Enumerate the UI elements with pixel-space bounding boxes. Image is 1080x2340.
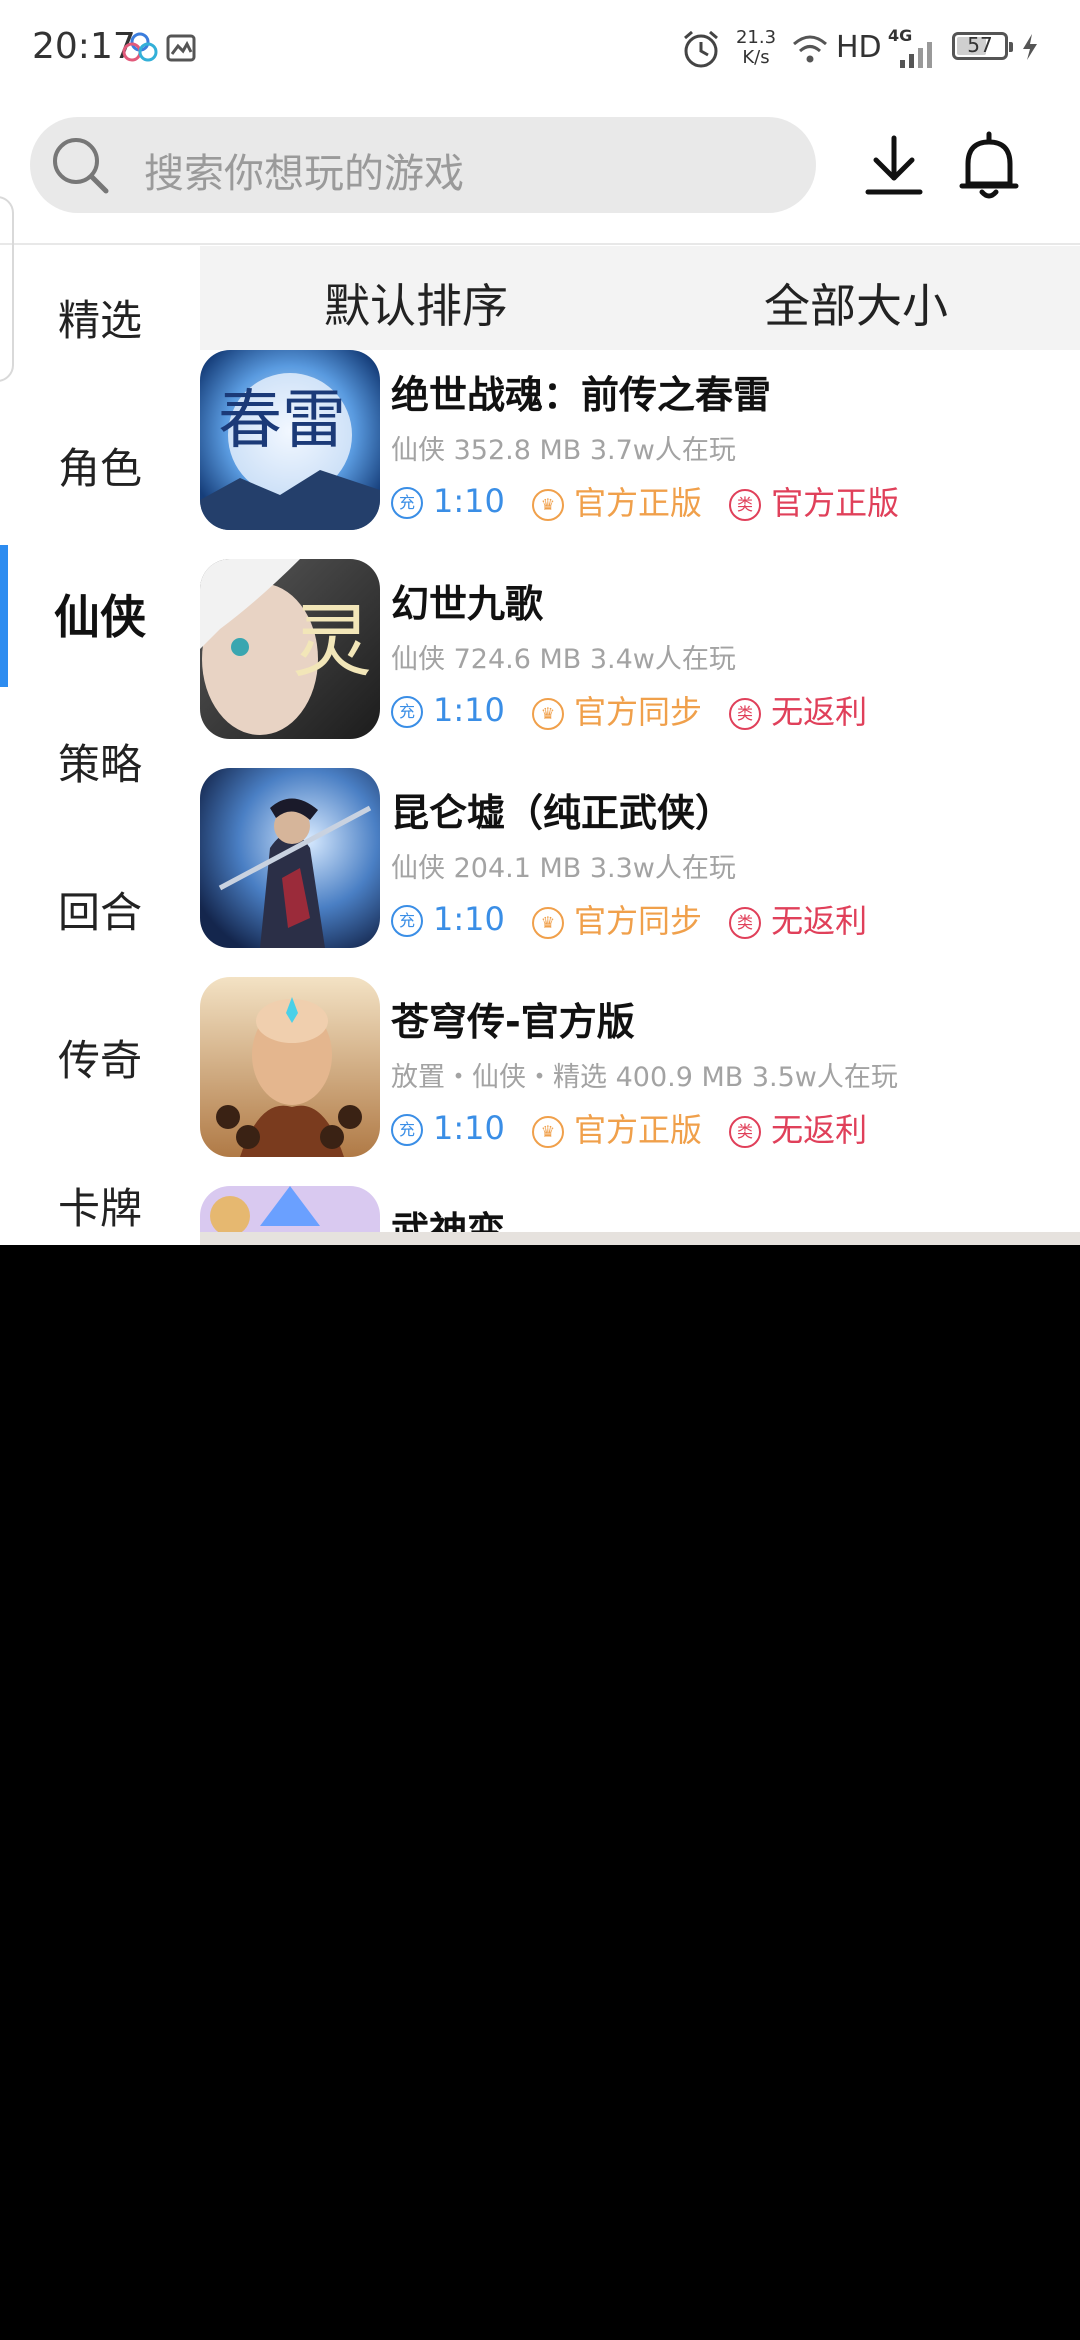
game-tags: 充 1:10 ♛ 官方同步 类无返利 [391,687,889,731]
official-tag: ♛ 官方正版 [531,478,702,524]
game-icon[interactable] [200,977,380,1157]
official-tag: ♛ 官方同步 [531,687,702,733]
category-turn-based[interactable]: 回合 [0,839,200,987]
crown-icon: ♛ [531,1116,564,1148]
official-tag: ♛ 官方正版 [531,1105,702,1151]
download-icon [865,135,923,195]
list-bottom-edge [200,1232,1080,1245]
recharge-tag: 充 1:10 [391,691,505,729]
gallery-icon [166,34,196,66]
rebate-tag: 类无返利 [729,1105,867,1151]
rebate-tag: 类官方正版 [729,478,899,524]
rebate-tag: 类无返利 [729,687,867,733]
category-legend[interactable]: 传奇 [0,987,200,1135]
search-input[interactable]: 搜索你想玩的游戏 [30,117,816,213]
svg-text:春雷: 春雷 [218,384,346,458]
game-tags: 充 1:10 ♛ 官方正版 类官方正版 [391,478,921,522]
size-filter-button[interactable]: 全部大小 [764,270,948,336]
category-strategy[interactable]: 策略 [0,691,200,839]
category-badge-icon: 类 [729,489,762,521]
signal-icon [892,40,940,72]
game-tags: 充 1:10 ♛ 官方正版 类无返利 [391,1105,889,1149]
game-item[interactable]: 昆仑墟（纯正武侠） 仙侠 204.1 MB 3.3w人在玩 充 1:10 ♛ 官方同… [200,768,1080,977]
hd-indicator: HD [836,30,882,65]
sort-order-button[interactable]: 默认排序 [324,270,508,336]
download-button[interactable] [862,134,926,202]
game-item[interactable]: 苍穹传-官方版 放置・仙侠・精选 400.9 MB 3.5w人在玩 充 1:10 … [200,977,1080,1186]
charging-icon [1020,32,1040,66]
network-speed: 21.3 K/s [735,27,777,68]
status-bar: 20:17 21.3 K/s HD 4G 57 [0,0,1080,100]
clock: 20:17 [32,26,136,67]
game-title: 绝世战魂：前传之春雷 [391,373,772,417]
game-item[interactable]: 灵 幻世九歌 仙侠 724.6 MB 3.4w人在玩 充 1:10 ♛ 官方同步 类… [200,559,1080,768]
recharge-icon: 充 [391,1114,423,1146]
game-title: 幻世九歌 [391,582,544,626]
alarm-icon [680,28,722,74]
rebate-tag: 类无返利 [729,896,867,942]
category-featured[interactable]: 精选 [0,247,200,395]
game-meta: 仙侠 204.1 MB 3.3w人在玩 [391,853,736,884]
cloud-app-icon [122,32,158,66]
game-title: 苍穹传-官方版 [391,1000,635,1044]
game-icon[interactable]: 春雷 [200,350,380,530]
crown-icon: ♛ [531,698,564,730]
svg-text:灵: 灵 [292,595,372,688]
category-xianxia[interactable]: 仙侠 [0,543,200,691]
notification-button[interactable] [956,130,1022,206]
game-meta: 仙侠 352.8 MB 3.7w人在玩 [391,435,736,466]
recharge-icon: 充 [391,905,423,937]
battery-icon: 57 [952,32,1013,60]
search-placeholder: 搜索你想玩的游戏 [144,151,464,197]
category-badge-icon: 类 [729,698,762,730]
game-meta: 放置・仙侠・精选 400.9 MB 3.5w人在玩 [391,1062,898,1093]
game-icon[interactable] [200,768,380,948]
wifi-icon [790,32,830,70]
recharge-tag: 充 1:10 [391,482,505,520]
game-title: 昆仑墟（纯正武侠） [391,791,734,835]
recharge-tag: 充 1:10 [391,1109,505,1147]
app-screen: 20:17 21.3 K/s HD 4G 57 搜索你想玩的游戏 精选 角色 仙… [0,0,1080,1245]
recharge-icon: 充 [391,487,423,519]
search-icon [48,133,112,201]
sort-bar: 默认排序 全部大小 [200,246,1080,350]
game-item[interactable]: 春雷 绝世战魂：前传之春雷 仙侠 352.8 MB 3.7w人在玩 充 1:10 … [200,350,1080,559]
category-role[interactable]: 角色 [0,395,200,543]
category-card[interactable]: 卡牌 [0,1135,200,1245]
recharge-tag: 充 1:10 [391,900,505,938]
game-icon[interactable]: 灵 [200,559,380,739]
category-badge-icon: 类 [729,907,762,939]
crown-icon: ♛ [531,489,564,521]
game-tags: 充 1:10 ♛ 官方同步 类无返利 [391,896,889,940]
header-divider [0,243,1080,245]
recharge-icon: 充 [391,696,423,728]
category-badge-icon: 类 [729,1116,762,1148]
game-meta: 仙侠 724.6 MB 3.4w人在玩 [391,644,736,675]
crown-icon: ♛ [531,907,564,939]
bell-icon [959,131,1019,199]
official-tag: ♛ 官方同步 [531,896,702,942]
